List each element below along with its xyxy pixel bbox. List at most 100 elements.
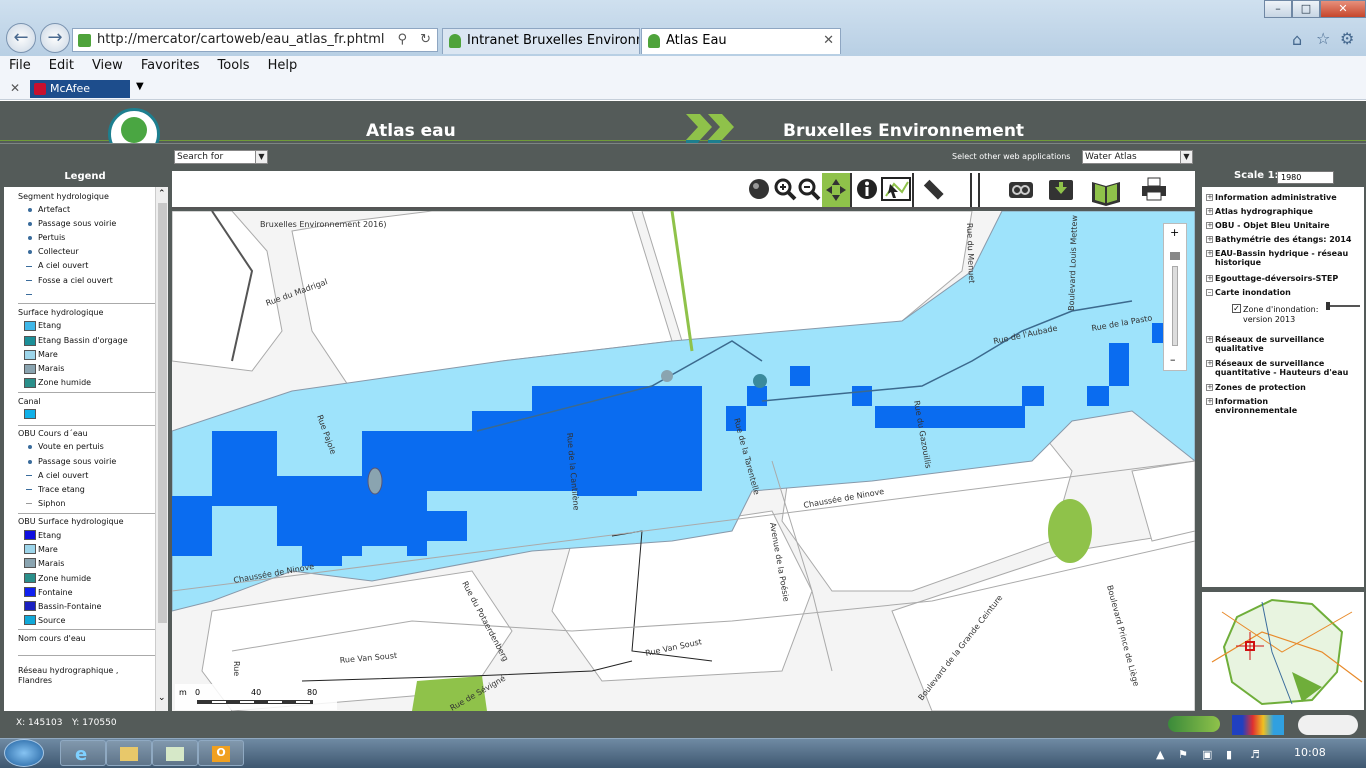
search-icon[interactable]: ⚲ bbox=[397, 29, 407, 51]
legend-item: Etang Bassin d'orgage bbox=[38, 336, 128, 345]
chevron-down-icon[interactable]: ▼ bbox=[136, 81, 144, 92]
favorites-star-icon[interactable]: ☆ bbox=[1316, 29, 1330, 48]
refresh-icon[interactable]: ↻ bbox=[420, 29, 431, 51]
layer-item[interactable]: Carte inondation bbox=[1215, 288, 1291, 297]
other-apps-select[interactable]: Water Atlas ▼ bbox=[1082, 150, 1193, 164]
legend-group-title: OBU Cours d´eau bbox=[18, 429, 88, 438]
expand-icon[interactable]: + bbox=[1206, 360, 1213, 367]
legend-swatch bbox=[24, 615, 36, 625]
toolbar-divider bbox=[978, 173, 980, 207]
settings-gear-icon[interactable]: ⚙ bbox=[1340, 29, 1354, 48]
menu-help[interactable]: Help bbox=[259, 56, 307, 78]
close-tab-icon[interactable]: ✕ bbox=[823, 29, 834, 53]
legend-symbol bbox=[28, 208, 32, 212]
expand-icon[interactable]: + bbox=[1206, 275, 1213, 282]
expand-icon[interactable]: + bbox=[1206, 222, 1213, 229]
legend-item: A ciel ouvert bbox=[38, 471, 89, 480]
menu-view[interactable]: View bbox=[83, 56, 132, 78]
layer-item[interactable]: Zones de protection bbox=[1215, 383, 1306, 392]
layer-item[interactable]: Information environnementale bbox=[1215, 397, 1305, 415]
minimize-button[interactable]: – bbox=[1264, 0, 1292, 18]
layer-item[interactable]: Egouttage-déversoirs-STEP bbox=[1215, 274, 1338, 283]
menu-tools[interactable]: Tools bbox=[209, 56, 259, 78]
measure-ruler-icon[interactable] bbox=[920, 176, 946, 202]
pdf-book-icon[interactable] bbox=[1088, 176, 1124, 206]
scroll-thumb[interactable] bbox=[158, 203, 167, 623]
link-icon[interactable] bbox=[1006, 176, 1036, 202]
menu-edit[interactable]: Edit bbox=[40, 56, 83, 78]
legend-divider bbox=[18, 655, 156, 656]
expand-icon[interactable]: + bbox=[1206, 398, 1213, 405]
layer-item[interactable]: Bathymétrie des étangs: 2014 bbox=[1215, 235, 1352, 244]
expand-icon[interactable]: + bbox=[1206, 194, 1213, 201]
flag-icon[interactable]: ⚑ bbox=[1178, 748, 1188, 761]
start-button[interactable] bbox=[4, 739, 44, 767]
zoom-plus-icon[interactable]: + bbox=[1170, 226, 1179, 239]
legend-scrollbar[interactable]: ⌃ ⌄ bbox=[155, 187, 168, 711]
menu-file[interactable]: File bbox=[0, 56, 40, 78]
explorer-taskbar-icon[interactable] bbox=[106, 740, 152, 766]
expand-icon[interactable]: + bbox=[1206, 236, 1213, 243]
scale-input[interactable]: 1980 bbox=[1277, 171, 1334, 184]
layer-item[interactable]: Information administrative bbox=[1215, 193, 1337, 202]
zoom-in-icon[interactable] bbox=[772, 176, 798, 202]
legend-swatch bbox=[24, 558, 36, 568]
select-query-icon[interactable] bbox=[880, 176, 912, 202]
scroll-down-icon[interactable]: ⌄ bbox=[158, 693, 166, 703]
scale-tick: 0 bbox=[195, 688, 201, 697]
layer-item[interactable]: Réseaux de surveillance quantitative - H… bbox=[1215, 359, 1363, 377]
network-icon[interactable]: ▮ bbox=[1226, 748, 1232, 761]
tab-atlas-eau[interactable]: Atlas Eau ✕ bbox=[641, 28, 841, 54]
pan-icon[interactable] bbox=[822, 173, 850, 207]
legend-swatch bbox=[24, 321, 36, 331]
close-window-button[interactable]: ✕ bbox=[1320, 0, 1366, 18]
opacity-slider[interactable] bbox=[1326, 305, 1360, 307]
search-select-value: Search for bbox=[177, 152, 224, 162]
outlook-taskbar-icon[interactable]: O bbox=[198, 740, 244, 766]
expand-icon[interactable]: + bbox=[1206, 208, 1213, 215]
legend-symbol bbox=[26, 489, 32, 490]
close-toolbar-icon[interactable]: ✕ bbox=[10, 81, 20, 95]
legend-item: Mare bbox=[38, 545, 58, 554]
legend-swatch bbox=[24, 409, 36, 419]
full-extent-globe-icon[interactable] bbox=[746, 176, 772, 202]
mcafee-button[interactable]: McAfee bbox=[30, 80, 130, 98]
overview-svg bbox=[1202, 592, 1364, 710]
legend-symbol bbox=[26, 294, 32, 295]
forward-button[interactable]: → bbox=[40, 23, 70, 53]
volume-icon[interactable]: ♬ bbox=[1250, 748, 1260, 761]
layer-item[interactable]: EAU-Bassin hydrique - réseau historique bbox=[1215, 249, 1355, 267]
maximize-button[interactable]: □ bbox=[1292, 0, 1320, 18]
info-icon[interactable] bbox=[854, 176, 880, 202]
expand-icon[interactable]: + bbox=[1206, 250, 1213, 257]
zoom-out-icon[interactable] bbox=[796, 176, 822, 202]
ie-taskbar-icon[interactable]: e bbox=[60, 740, 106, 766]
back-button[interactable]: ← bbox=[6, 23, 36, 53]
menu-favorites[interactable]: Favorites bbox=[132, 56, 209, 78]
layer-item[interactable]: Réseaux de surveillance qualitative bbox=[1215, 335, 1355, 353]
legend-symbol bbox=[28, 236, 32, 240]
home-icon[interactable]: ⌂ bbox=[1292, 30, 1302, 49]
tab-intranet[interactable]: Intranet Bruxelles Environneme... bbox=[442, 28, 640, 54]
download-icon[interactable] bbox=[1046, 176, 1076, 202]
print-icon[interactable] bbox=[1140, 176, 1168, 202]
overview-map[interactable] bbox=[1202, 592, 1364, 710]
app-taskbar-icon[interactable] bbox=[152, 740, 198, 766]
clock[interactable]: 10:08 bbox=[1294, 746, 1326, 759]
zoom-handle[interactable] bbox=[1170, 252, 1180, 260]
zoom-minus-icon[interactable]: – bbox=[1170, 353, 1176, 366]
search-select[interactable]: Search for ▼ bbox=[174, 150, 268, 164]
legend-group-title: Réseau hydrographique , Flandres bbox=[18, 666, 119, 685]
device-icon[interactable]: ▣ bbox=[1202, 748, 1212, 761]
scroll-up-icon[interactable]: ⌃ bbox=[158, 189, 166, 199]
opacity-handle[interactable] bbox=[1326, 302, 1330, 310]
collapse-icon[interactable]: – bbox=[1206, 289, 1213, 296]
address-bar[interactable]: http://mercator/cartoweb/eau_atlas_fr.ph… bbox=[72, 28, 438, 52]
map-canvas[interactable]: Bruxelles Environnement 2016) Rue du Mad… bbox=[172, 211, 1195, 711]
expand-icon[interactable]: + bbox=[1206, 336, 1213, 343]
zoom-slider[interactable]: + – bbox=[1163, 223, 1187, 371]
tray-arrow-icon[interactable]: ▲ bbox=[1156, 748, 1164, 761]
layer-item[interactable]: OBU - Objet Bleu Unitaire bbox=[1215, 221, 1330, 230]
expand-icon[interactable]: + bbox=[1206, 384, 1213, 391]
layer-item[interactable]: Atlas hydrographique bbox=[1215, 207, 1313, 216]
